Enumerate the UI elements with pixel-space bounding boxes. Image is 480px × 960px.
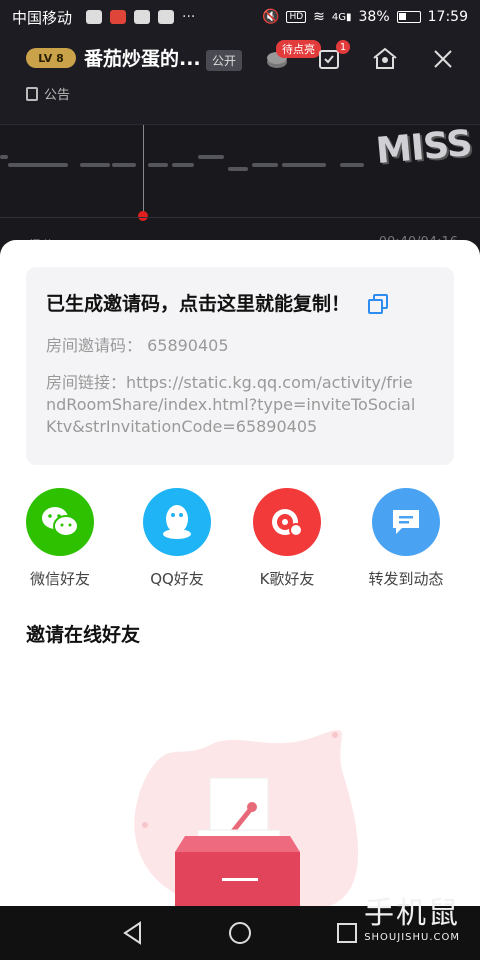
battery-percent: 38% xyxy=(358,9,390,25)
pitch-bar xyxy=(0,155,8,159)
app-notif-icon xyxy=(110,10,127,24)
room-title[interactable]: 番茄炒蛋的... xyxy=(84,44,201,71)
message-notif-icon xyxy=(158,10,175,24)
watermark-text: 手机鼠 xyxy=(364,896,460,931)
pitch-bar xyxy=(198,155,224,159)
feed-icon xyxy=(372,488,440,556)
hd-icon: HD xyxy=(286,11,307,23)
play-notif-icon xyxy=(134,10,151,24)
recents-nav-icon[interactable] xyxy=(334,920,360,946)
pitch-visualizer: MISS 得分 305 00:40/04:16 xyxy=(0,122,480,254)
share-label: 微信好友 xyxy=(29,570,90,588)
task-count-badge: 1 xyxy=(336,40,350,54)
pitch-bar xyxy=(282,163,326,167)
more-notif-icon: ··· xyxy=(182,9,196,25)
playhead-dot xyxy=(138,211,148,221)
share-label: 转发到动态 xyxy=(368,570,444,588)
clock: 17:59 xyxy=(427,9,468,25)
status-bar: 中国移动 ··· 🔇 HD ≋ 4G▮ 38% 17:59 xyxy=(0,0,480,34)
home-nav-icon[interactable] xyxy=(227,920,253,946)
pitch-bar xyxy=(112,163,136,167)
pitch-bar xyxy=(340,163,364,167)
invite-link: 房间链接：https://static.kg.qq.com/activity/f… xyxy=(46,373,416,436)
pitch-bar xyxy=(80,163,110,167)
wifi-icon: ≋ xyxy=(313,9,325,25)
notice-label: 公告 xyxy=(44,88,71,103)
online-friends-title: 邀请在线好友 xyxy=(26,624,141,646)
mute-icon: 🔇 xyxy=(262,9,280,25)
carrier-label: 中国移动 xyxy=(12,8,73,27)
share-wechat-button[interactable]: 微信好友 xyxy=(0,488,120,589)
watermark: 手机鼠 SHOUJISHU.COM xyxy=(364,888,460,943)
miss-label: MISS xyxy=(374,122,474,173)
pitch-bar xyxy=(228,167,248,171)
empty-state-illustration xyxy=(0,660,480,906)
share-row: 微信好友 QQ好友 K歌好友 转发到动态 xyxy=(0,488,480,588)
back-nav-icon[interactable] xyxy=(120,920,146,946)
kge-icon xyxy=(253,488,321,556)
invite-sheet: 已生成邀请码，点击这里就能复制！ 房间邀请码： 65890405 房间链接：ht… xyxy=(0,240,480,906)
share-qq-button[interactable]: QQ好友 xyxy=(117,488,237,589)
share-label: K歌好友 xyxy=(259,570,315,588)
share-kge-button[interactable]: K歌好友 xyxy=(227,488,347,589)
pitch-bar xyxy=(8,163,68,167)
invite-title: 已生成邀请码，点击这里就能复制！ xyxy=(46,293,351,315)
notice-icon xyxy=(26,86,38,101)
divider xyxy=(0,217,480,218)
signal-icon: 4G▮ xyxy=(331,11,352,23)
level-badge: LV 8 xyxy=(26,48,76,68)
visibility-badge: 公开 xyxy=(206,50,243,71)
close-icon[interactable] xyxy=(426,42,460,76)
room-header: LV 8 番茄炒蛋的... 公开 待点亮 1 公告 xyxy=(0,34,480,124)
notice-link[interactable]: 公告 xyxy=(26,84,70,103)
pitch-bar xyxy=(148,163,168,167)
pitch-bar xyxy=(252,163,278,167)
pitch-bar xyxy=(172,163,194,167)
share-label: QQ好友 xyxy=(150,570,204,588)
qq-icon xyxy=(143,488,211,556)
share-feed-button[interactable]: 转发到动态 xyxy=(346,488,466,589)
watermark-sub: SHOUJISHU.COM xyxy=(364,932,460,943)
home-user-icon[interactable] xyxy=(368,42,402,76)
invite-code-card[interactable]: 已生成邀请码，点击这里就能复制！ 房间邀请码： 65890405 房间链接：ht… xyxy=(26,267,454,465)
wechat-notif-icon xyxy=(86,10,103,24)
invite-code: 房间邀请码： 65890405 xyxy=(46,336,229,355)
playhead-line xyxy=(143,125,144,217)
wechat-icon xyxy=(26,488,94,556)
copy-icon[interactable] xyxy=(368,293,389,314)
battery-icon xyxy=(396,11,421,23)
invite-title-row[interactable]: 已生成邀请码，点击这里就能复制！ xyxy=(46,289,434,316)
